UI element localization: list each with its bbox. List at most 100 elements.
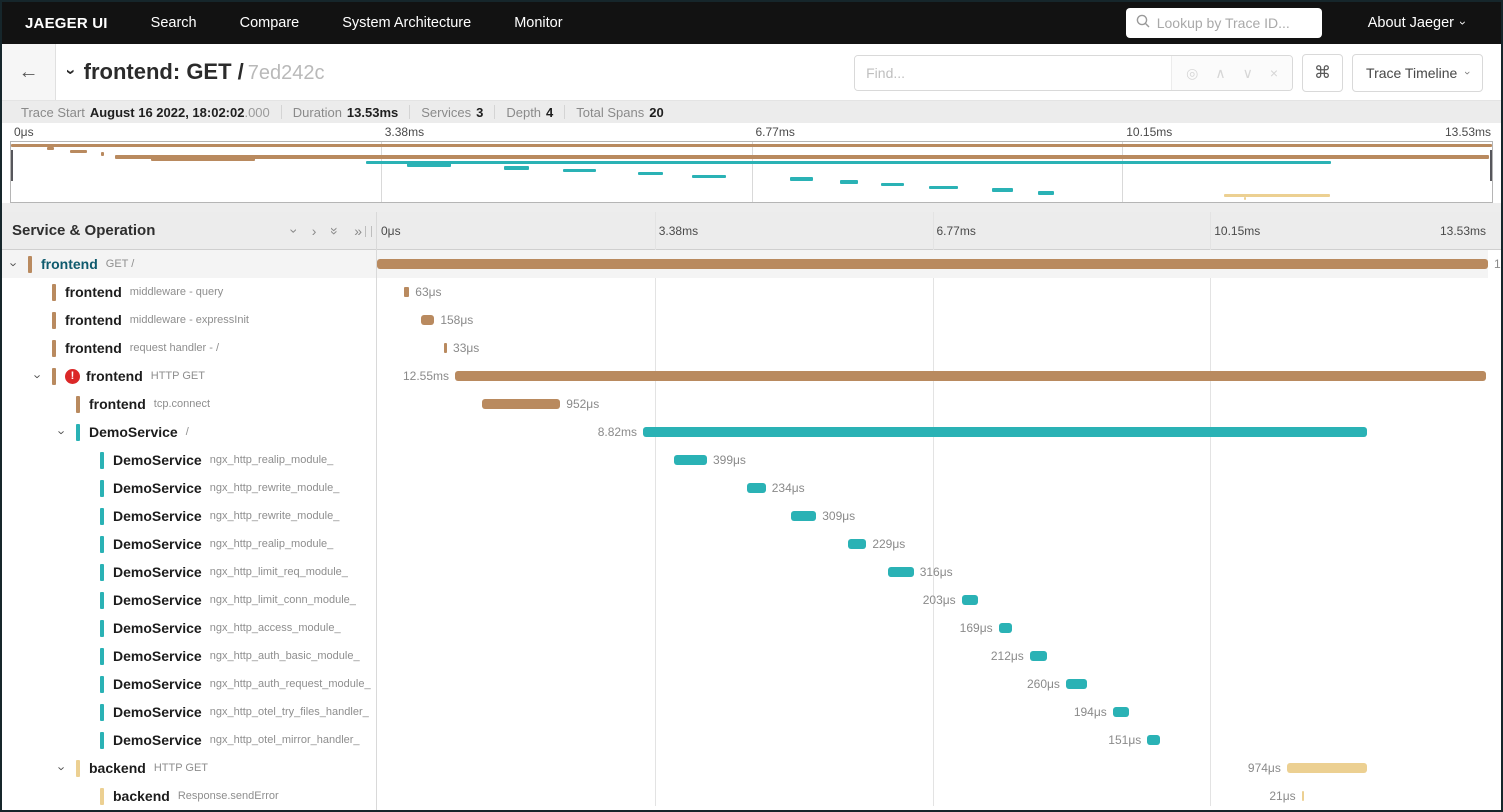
service-name: frontend [89,396,146,412]
trace-minimap[interactable] [10,141,1493,203]
span-duration-bar[interactable] [887,567,914,577]
span-row-bar[interactable]: 63μs [377,278,1488,306]
span-duration-bar[interactable] [1301,791,1304,801]
span-duration-bar[interactable] [1029,651,1048,661]
span-bar-rows: 13.53ms 63μs 158μs 33μs12.55ms 952μs 8.82ms 39… [377,250,1501,810]
span-row-bar[interactable]: 12.55ms [377,362,1488,390]
span-row-bar[interactable]: 158μs [377,306,1488,334]
chevron-down-icon[interactable]: › [286,228,302,233]
span-row-bar[interactable]: 309μs [377,502,1488,530]
span-duration-bar[interactable] [674,455,707,465]
span-duration-label: 234μs [771,481,805,495]
panel-resize-grip[interactable] [365,226,372,237]
span-row-bar[interactable]: 212μs [377,642,1488,670]
span-duration-bar[interactable] [847,539,867,549]
span-duration-bar[interactable] [998,623,1013,633]
minimap-left-handle[interactable] [11,150,13,181]
find-group: ◎ ∧ ∨ × [854,55,1294,91]
span-row-bar[interactable]: 399μs [377,446,1488,474]
span-row-name[interactable]: frontend middleware - expressInit [2,306,376,334]
span-duration-label: 169μs [959,621,993,635]
span-duration-bar[interactable] [482,399,561,409]
span-duration-bar[interactable] [1147,735,1160,745]
span-collapse-chevron-icon[interactable]: › [55,425,76,440]
span-row-name[interactable]: DemoService ngx_http_otel_mirror_handler_ [2,726,376,754]
match-case-icon[interactable]: ◎ [1186,66,1198,80]
span-row-bar[interactable]: 194μs [377,698,1488,726]
span-row-bar[interactable]: 151μs [377,726,1488,754]
span-row-name[interactable]: DemoService ngx_http_access_module_ [2,614,376,642]
span-row-name[interactable]: › frontend GET / [2,250,376,278]
trace-id-lookup-input[interactable]: Lookup by Trace ID... [1125,8,1322,38]
nav-item-monitor[interactable]: Monitor [514,15,562,31]
nav-menu: Search Compare System Architecture Monitor [151,15,563,31]
span-duration-bar[interactable] [444,343,448,353]
span-row-name[interactable]: frontend middleware - query [2,278,376,306]
span-row-name[interactable]: DemoService ngx_http_otel_try_files_handl… [2,698,376,726]
span-row-bar[interactable]: 260μs [377,670,1488,698]
span-name-rows: › frontend GET / frontend middleware - query… [2,250,376,810]
span-row-name[interactable]: backend Response.sendError [2,782,376,810]
minimap-right-handle[interactable] [1490,150,1492,181]
span-row-name[interactable]: DemoService ngx_http_realip_module_ [2,530,376,558]
span-row-name[interactable]: › backend HTTP GET [2,754,376,782]
span-duration-bar[interactable] [746,483,766,493]
span-duration-label: 212μs [990,649,1024,663]
span-duration-bar[interactable] [1286,763,1367,773]
span-row-bar[interactable]: 974μs [377,754,1488,782]
span-row-name[interactable]: DemoService ngx_http_realip_module_ [2,446,376,474]
collapse-chevron-icon[interactable]: › [61,69,81,75]
span-duration-label: 229μs [872,537,906,551]
span-row-bar[interactable]: 8.82ms [377,418,1488,446]
chevron-right-icon[interactable]: › [312,224,317,238]
span-row-name[interactable]: › DemoService / [2,418,376,446]
find-input[interactable] [855,56,1172,90]
span-row-name[interactable]: ›! frontend HTTP GET [2,362,376,390]
span-duration-bar[interactable] [455,371,1486,381]
about-jaeger-menu[interactable]: About Jaeger › [1368,15,1470,31]
nav-item-system-architecture[interactable]: System Architecture [342,15,471,31]
clear-find-icon[interactable]: × [1270,66,1278,80]
prev-match-icon[interactable]: ∧ [1215,66,1225,80]
double-chevron-right-icon[interactable]: » [354,224,362,238]
span-row-bar[interactable]: 229μs [377,530,1488,558]
span-row-name[interactable]: DemoService ngx_http_rewrite_module_ [2,502,376,530]
span-row-bar[interactable]: 203μs [377,586,1488,614]
span-duration-bar[interactable] [961,595,979,605]
span-row-name[interactable]: frontend request handler - / [2,334,376,362]
span-row-name[interactable]: DemoService ngx_http_rewrite_module_ [2,474,376,502]
span-row-name[interactable]: frontend tcp.connect [2,390,376,418]
span-row-bar[interactable]: 169μs [377,614,1488,642]
span-row-bar[interactable]: 13.53ms [377,250,1501,278]
span-duration-bar[interactable] [643,427,1368,437]
service-color-chip [100,451,104,469]
nav-item-search[interactable]: Search [151,15,197,31]
keyboard-shortcuts-button[interactable]: ⌘ [1302,54,1344,92]
span-duration-bar[interactable] [404,287,410,297]
back-button[interactable]: ← [2,44,56,100]
span-duration-bar[interactable] [1112,707,1129,717]
span-row-bar[interactable]: 952μs [377,390,1488,418]
span-row-name[interactable]: DemoService ngx_http_limit_req_module_ [2,558,376,586]
span-row-bar[interactable]: 21μs [377,782,1488,810]
span-row-bar[interactable]: 316μs [377,558,1488,586]
span-duration-label: 8.82ms [597,425,638,439]
stat-label: Duration [292,104,342,120]
span-row-bar[interactable]: 234μs [377,474,1488,502]
app-logo[interactable]: JAEGER UI [25,15,108,32]
span-collapse-chevron-icon[interactable]: › [31,369,52,384]
span-row-name[interactable]: DemoService ngx_http_limit_conn_module_ [2,586,376,614]
span-duration-bar[interactable] [421,315,435,325]
span-duration-bar[interactable] [790,511,817,521]
span-duration-bar[interactable] [377,259,1488,269]
nav-item-compare[interactable]: Compare [240,15,300,31]
double-chevron-down-icon[interactable]: » [327,227,343,235]
next-match-icon[interactable]: ∨ [1243,66,1253,80]
span-row-name[interactable]: DemoService ngx_http_auth_basic_module_ [2,642,376,670]
span-row-name[interactable]: DemoService ngx_http_auth_request_module_ [2,670,376,698]
span-collapse-chevron-icon[interactable]: › [7,257,28,272]
span-duration-bar[interactable] [1065,679,1088,689]
span-row-bar[interactable]: 33μs [377,334,1488,362]
span-collapse-chevron-icon[interactable]: › [55,761,76,776]
trace-view-selector[interactable]: Trace Timeline › [1352,54,1483,92]
